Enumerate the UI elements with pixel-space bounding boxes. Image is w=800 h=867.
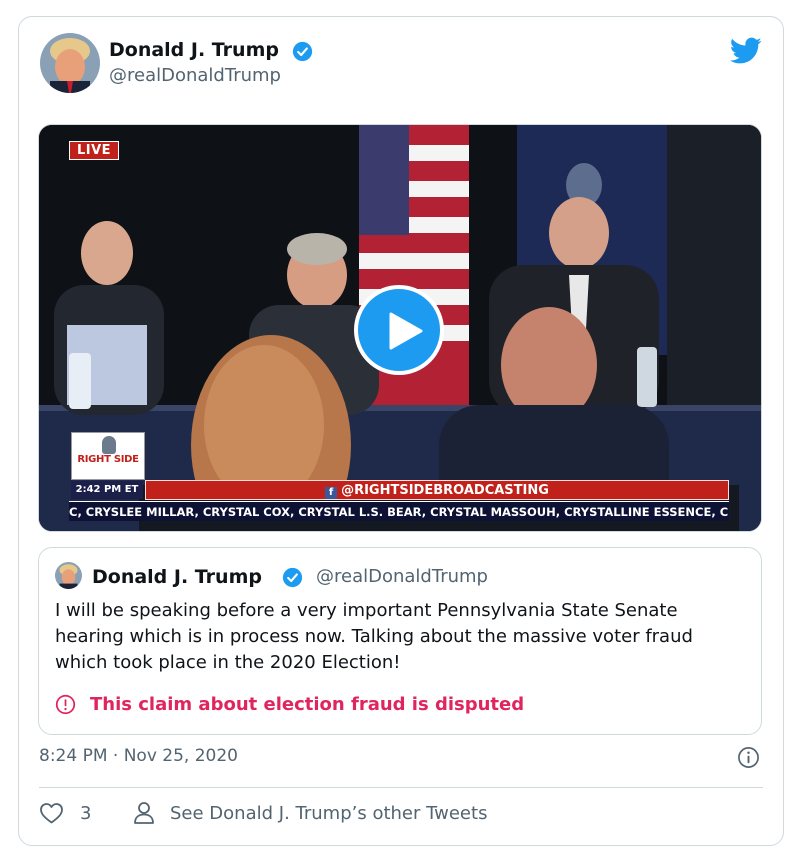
play-button[interactable] [354, 285, 444, 375]
heart-icon[interactable] [39, 802, 64, 824]
see-other-tweets-link[interactable]: See Donald J. Trump’s other Tweets [170, 803, 487, 824]
social-handle-text: @RIGHTSIDEBROADCASTING [341, 483, 549, 498]
disputed-claim-label[interactable]: This claim about election fraud is dispu… [55, 694, 524, 715]
quoted-author-display-name: Donald J. Trump [92, 566, 262, 588]
person-icon [134, 802, 154, 824]
verified-badge-icon [292, 41, 313, 62]
verified-badge-icon [282, 567, 303, 588]
news-ticker: C, CRYSLEE MILLAR, CRYSTAL COX, CRYSTAL … [69, 501, 729, 521]
live-badge: LIVE [69, 141, 120, 160]
quoted-author-handle: @realDonaldTrump [316, 566, 488, 587]
author-avatar[interactable] [40, 33, 100, 93]
facebook-icon: f [325, 487, 338, 499]
author-handle[interactable]: @realDonaldTrump [109, 65, 281, 86]
video-player[interactable]: LIVE RIGHT SIDE 2:42 PM ET f @RIGHTSIDEBR… [38, 124, 762, 532]
disputed-claim-text: This claim about election fraud is dispu… [90, 694, 525, 715]
right-side-logo-text: RIGHT SIDE [77, 454, 139, 465]
social-handle-bar: f @RIGHTSIDEBROADCASTING [145, 480, 729, 500]
quoted-author-avatar [55, 562, 82, 589]
tweet-card: Donald J. Trump @realDonaldTrump LIVE RI… [18, 16, 784, 846]
quoted-tweet[interactable]: Donald J. Trump @realDonaldTrump I will … [38, 547, 762, 735]
broadcast-time: 2:42 PM ET [71, 481, 143, 499]
microphone-icon [102, 436, 116, 454]
like-count[interactable]: 3 [80, 803, 91, 824]
tweet-timestamp[interactable]: 8:24 PM · Nov 25, 2020 [39, 746, 238, 766]
right-side-logo: RIGHT SIDE [71, 432, 145, 480]
disputed-exclamation-icon [55, 694, 76, 715]
play-icon [389, 312, 423, 350]
quoted-tweet-text: I will be speaking before a very importa… [55, 600, 693, 673]
info-icon[interactable] [737, 746, 760, 769]
twitter-bird-icon[interactable] [730, 37, 762, 65]
footer-divider [39, 787, 763, 788]
author-display-name[interactable]: Donald J. Trump [109, 39, 279, 61]
